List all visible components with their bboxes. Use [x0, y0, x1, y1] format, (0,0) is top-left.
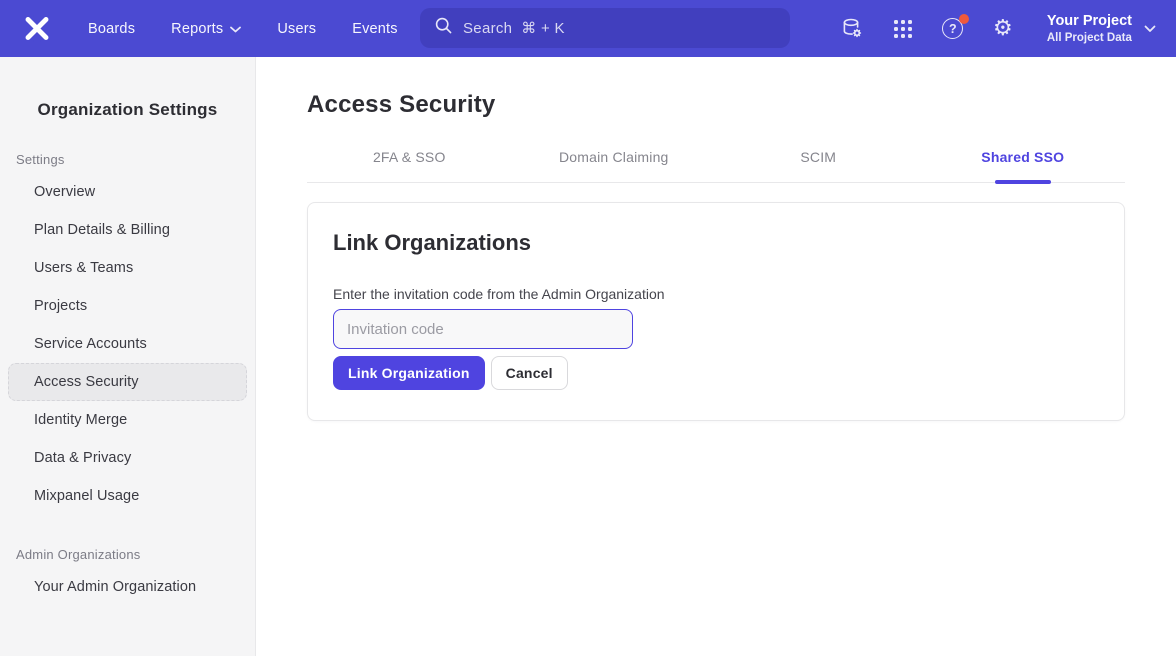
sidebar-item-your-admin-organization[interactable]: Your Admin Organization	[0, 568, 255, 606]
apps-grid-dots	[894, 20, 912, 38]
search-placeholder: Search ⌘ + K	[463, 19, 565, 37]
sidebar-item-plan-details-billing[interactable]: Plan Details & Billing	[0, 211, 255, 249]
sidebar-item-users-teams[interactable]: Users & Teams	[0, 249, 255, 287]
sidebar-item-identity-merge[interactable]: Identity Merge	[0, 401, 255, 439]
sidebar-section-header-admin-orgs: Admin Organizations	[16, 547, 255, 562]
sidebar-item-mixpanel-usage[interactable]: Mixpanel Usage	[0, 477, 255, 515]
page-title: Access Security	[307, 91, 1125, 119]
help-icon[interactable]: ?	[941, 17, 965, 41]
chevron-down-icon	[1144, 20, 1156, 38]
nav-item-events-label: Events	[352, 21, 398, 37]
nav-item-boards-label: Boards	[88, 21, 135, 37]
nav-item-boards[interactable]: Boards	[88, 21, 135, 37]
data-management-icon[interactable]	[841, 17, 865, 41]
apps-grid-icon[interactable]	[891, 17, 915, 41]
org-settings-sidebar: Organization Settings Settings Overview …	[0, 57, 256, 656]
project-data-view: All Project Data	[1047, 31, 1132, 45]
sidebar-item-overview[interactable]: Overview	[0, 173, 255, 211]
nav-item-reports[interactable]: Reports	[171, 21, 241, 37]
card-title: Link Organizations	[333, 230, 1099, 256]
project-selector[interactable]: Your Project All Project Data	[1047, 12, 1156, 46]
global-search-input[interactable]: Search ⌘ + K	[420, 8, 790, 48]
gear-glyph: ⚙	[993, 18, 1013, 40]
main-content: Access Security 2FA & SSO Domain Claimin…	[256, 57, 1176, 656]
tab-shared-sso[interactable]: Shared SSO	[921, 149, 1126, 182]
sidebar-section-settings: Settings Overview Plan Details & Billing…	[0, 152, 255, 515]
invitation-code-label: Enter the invitation code from the Admin…	[333, 286, 1099, 302]
nav-item-events[interactable]: Events	[352, 21, 398, 37]
nav-item-reports-label: Reports	[171, 21, 223, 37]
invitation-code-input[interactable]	[333, 309, 633, 349]
primary-nav-links: Boards Reports Users Events	[88, 21, 398, 37]
link-organizations-card: Link Organizations Enter the invitation …	[307, 202, 1125, 421]
search-icon	[434, 16, 453, 40]
link-organization-button[interactable]: Link Organization	[333, 356, 485, 390]
mixpanel-logo[interactable]	[20, 12, 54, 46]
project-selector-labels: Your Project All Project Data	[1047, 12, 1132, 46]
sidebar-item-service-accounts[interactable]: Service Accounts	[0, 325, 255, 363]
nav-item-users[interactable]: Users	[277, 21, 316, 37]
sidebar-item-data-privacy[interactable]: Data & Privacy	[0, 439, 255, 477]
nav-item-users-label: Users	[277, 21, 316, 37]
sidebar-section-admin-orgs: Admin Organizations Your Admin Organizat…	[0, 547, 255, 606]
tab-domain-claiming[interactable]: Domain Claiming	[512, 149, 717, 182]
tab-scim[interactable]: SCIM	[716, 149, 921, 182]
tab-2fa-sso[interactable]: 2FA & SSO	[307, 149, 512, 182]
nav-right-cluster: ? ⚙ Your Project All Project Data	[841, 12, 1160, 46]
sidebar-item-access-security[interactable]: Access Security	[8, 363, 247, 401]
notification-dot	[959, 14, 969, 24]
cancel-button[interactable]: Cancel	[491, 356, 568, 390]
tab-bar: 2FA & SSO Domain Claiming SCIM Shared SS…	[307, 149, 1125, 183]
chevron-down-icon	[230, 21, 241, 37]
sidebar-title: Organization Settings	[0, 100, 255, 120]
settings-gear-icon[interactable]: ⚙	[991, 17, 1015, 41]
top-navigation-bar: Boards Reports Users Events Search ⌘ + K	[0, 0, 1176, 57]
project-name: Your Project	[1047, 12, 1132, 30]
sidebar-item-projects[interactable]: Projects	[0, 287, 255, 325]
sidebar-section-header-settings: Settings	[16, 152, 255, 167]
card-button-row: Link Organization Cancel	[333, 356, 1099, 390]
